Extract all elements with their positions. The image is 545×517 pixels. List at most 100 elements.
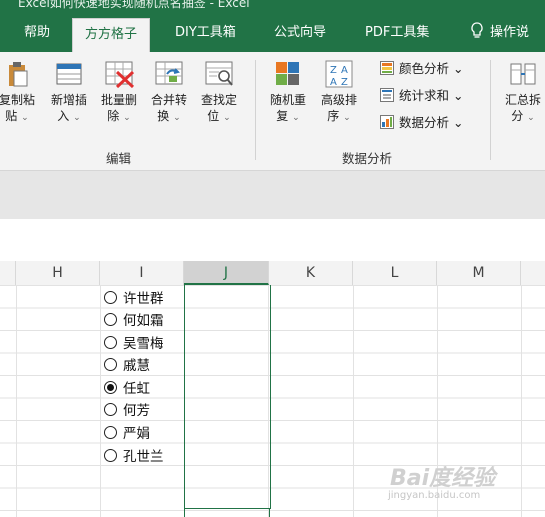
group-label-edit: 编辑 [106,151,132,166]
tab-help[interactable]: 帮助 [24,14,50,52]
radio-option[interactable]: 戚慧 [104,355,150,377]
svg-text:A: A [330,77,337,88]
column-header-i[interactable]: I [100,261,184,285]
ribbon-tab-bar: 帮助 方方格子 DIY工具箱 公式向导 PDF工具集 操作说 [0,14,545,53]
radio-label: 孔世兰 [123,449,164,465]
chevron-down-icon: ⌄ [21,113,29,123]
insert-label-1: 新增插 [50,93,87,107]
batch-delete-label-1: 批量删 [100,93,137,107]
radio-option[interactable]: 严娟 [104,423,150,445]
random-repeat-button[interactable]: 随机重 复 ⌄ [265,54,311,126]
tab-pdf-tools[interactable]: PDF工具集 [365,14,429,52]
summary-split-label-2: 分 [511,109,524,123]
grid-line [16,285,17,517]
chevron-down-icon: ⌄ [343,113,351,123]
active-cell[interactable] [184,508,270,517]
lightbulb-icon [471,22,483,38]
tab-fangfangezi[interactable]: 方方格子 [72,18,151,53]
radio-circle-icon [104,313,117,326]
radio-circle-icon [104,426,117,439]
clipboard-icon [3,60,31,88]
watermark-url: jingyan.baidu.com [388,490,481,501]
chevron-down-icon: ⌄ [292,113,300,123]
find-magnifier-icon [205,60,233,88]
radio-option[interactable]: 吴雪梅 [104,333,164,355]
copy-paste-button[interactable]: 复制粘 贴 ⌄ [0,54,40,126]
color-analysis-button[interactable]: 颜色分析 ⌄ [380,58,463,80]
column-header-partial[interactable] [0,261,16,285]
merge-convert-button[interactable]: 合并转 换 ⌄ [146,54,192,126]
radio-option[interactable]: 许世群 [104,288,164,310]
tell-me-box[interactable]: 操作说 [470,14,529,52]
radio-checked-icon [104,381,117,394]
random-repeat-label-1: 随机重 [269,93,306,107]
advanced-sort-label-1: 高级排 [320,93,357,107]
chevron-down-icon: ⌄ [173,113,181,123]
summary-split-button[interactable]: 汇总拆 分 ⌄ [500,54,545,126]
group-label-data-analysis: 数据分析 [342,151,393,166]
color-analysis-label: 颜色分析 [399,61,450,76]
radio-option[interactable]: 何如霜 [104,310,164,332]
formula-bar-blank [0,219,545,262]
batch-delete-label-2: 除 [107,109,120,123]
color-grid-icon [380,60,394,75]
column-header-j[interactable]: J [184,261,269,285]
radio-circle-icon [104,449,117,462]
baidu-watermark: Bai度经验 jingyan.baidu.com [388,460,538,510]
summary-split-icon [509,60,537,88]
svg-text:A: A [341,65,348,76]
advanced-sort-label-2: 序 [327,109,340,123]
radio-circle-icon [104,358,117,371]
chevron-down-icon: ⌄ [73,113,81,123]
stat-sum-label: 统计求和 [399,88,450,103]
ribbon: 复制粘 贴 ⌄ 新增插 入 ⌄ 批量删 除 ⌄ 合并转 换 ⌄ 查找定 位 ⌄ … [0,52,545,171]
radio-label: 吴雪梅 [123,336,164,352]
ribbon-divider [255,60,256,160]
ribbon-divider [490,60,491,160]
radio-option[interactable]: 何芳 [104,400,150,422]
watermark-logo-text: Bai度经验 [390,466,496,491]
radio-circle-icon [104,336,117,349]
radio-circle-icon [104,403,117,416]
batch-delete-button[interactable]: 批量删 除 ⌄ [96,54,142,126]
tab-formula-wizard[interactable]: 公式向导 [274,14,326,52]
copy-paste-label-2: 贴 [5,109,18,123]
radio-option-selected[interactable]: 任虹 [104,378,150,400]
stat-sum-button[interactable]: 统计求和 ⌄ [380,85,463,107]
merge-convert-label-1: 合并转 [150,93,187,107]
random-repeat-icon [274,60,302,88]
random-repeat-label-2: 复 [276,109,289,123]
radio-label: 戚慧 [123,358,150,374]
radio-label: 任虹 [123,381,150,397]
svg-text:Z: Z [341,77,348,88]
radio-label: 许世群 [123,291,164,307]
radio-label: 严娟 [123,426,150,442]
svg-text:Z: Z [330,65,337,76]
column-header-bar: H I J K L M [0,261,545,286]
tab-diy-toolbox[interactable]: DIY工具箱 [175,14,236,52]
formula-bar-area[interactable] [0,171,545,219]
find-locate-button[interactable]: 查找定 位 ⌄ [196,54,242,126]
find-locate-label-1: 查找定 [200,93,237,107]
column-header-h[interactable]: H [16,261,100,285]
column-header-m[interactable]: M [437,261,521,285]
radio-label: 何如霜 [123,313,164,329]
sort-az-icon: Z A A Z [325,60,353,88]
chevron-down-icon: ⌄ [223,113,231,123]
merge-convert-label-2: 换 [157,109,170,123]
insert-rows-icon [55,60,83,88]
grid-line [100,285,101,517]
sum-icon [380,87,394,102]
window-title: Excel如何快速地实现随机点名抽签 - Excel [18,0,250,10]
advanced-sort-button[interactable]: Z A A Z 高级排 序 ⌄ [316,54,362,126]
chevron-down-icon: ⌄ [453,88,464,103]
delete-grid-icon [105,60,135,89]
insert-button[interactable]: 新增插 入 ⌄ [46,54,92,126]
insert-label-2: 入 [57,109,70,123]
radio-option[interactable]: 孔世兰 [104,446,164,468]
column-header-l[interactable]: L [353,261,437,285]
column-header-k[interactable]: K [269,261,353,285]
chevron-down-icon: ⌄ [123,113,131,123]
data-analysis-button[interactable]: 数据分析 ⌄ [380,112,463,134]
radio-label: 何芳 [123,403,150,419]
